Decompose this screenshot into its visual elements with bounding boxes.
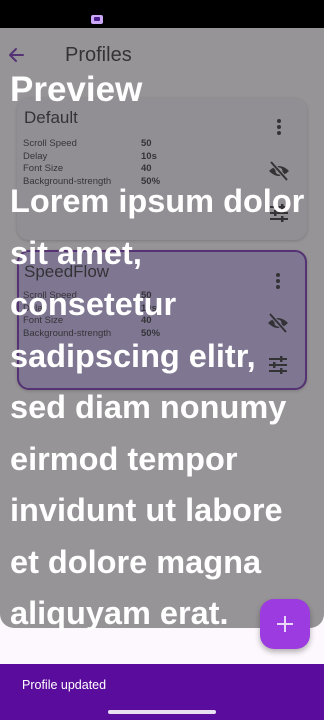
top-app-bar: Profiles <box>0 28 324 84</box>
profile-card-default[interactable]: Default Scroll Speed 50 Delay 10s Font S… <box>17 98 307 240</box>
property-label: Background-strength <box>23 327 112 339</box>
property-value: 50% <box>141 175 161 187</box>
property-label: Font Size <box>23 315 64 326</box>
tune-profile-button[interactable] <box>265 352 291 378</box>
property-value: 50 <box>141 290 152 301</box>
more-vert-icon <box>277 119 281 135</box>
property-value: 50 <box>141 138 152 149</box>
visibility-off-icon <box>268 312 288 334</box>
add-profile-button[interactable] <box>260 599 310 649</box>
property-value: 50% <box>141 327 161 339</box>
toggle-visibility-button[interactable] <box>266 158 292 184</box>
property-value: 40 <box>141 315 152 326</box>
property-label: Delay <box>23 150 48 162</box>
back-button[interactable] <box>4 40 30 70</box>
profile-menu-button[interactable] <box>265 268 291 294</box>
add-icon <box>277 616 293 632</box>
property-value: 40 <box>141 163 152 174</box>
property-label: Scroll Speed <box>23 138 77 149</box>
toggle-visibility-button[interactable] <box>265 310 291 336</box>
property-label: Delay <box>23 302 48 314</box>
property-label: Background-strength <box>23 175 112 187</box>
profile-menu-button[interactable] <box>266 114 292 140</box>
visibility-off-icon <box>269 160 289 182</box>
gesture-navigation-bar[interactable] <box>108 710 216 714</box>
property-label: Scroll Speed <box>23 290 77 301</box>
snackbar-message: Profile updated <box>22 678 107 692</box>
more-vert-icon <box>276 273 280 289</box>
status-bar <box>0 0 324 28</box>
property-value: 10s <box>141 302 157 314</box>
property-value: 10s <box>141 150 157 162</box>
tune-icon <box>270 204 288 222</box>
profile-card-speedflow[interactable]: SpeedFlow Scroll Speed 50 Delay 10s Font… <box>17 250 307 390</box>
page-title: Profiles <box>65 44 132 66</box>
profile-name: SpeedFlow <box>24 262 110 281</box>
profile-name: Default <box>24 108 78 127</box>
arrow-back-icon <box>9 48 24 62</box>
tune-icon <box>269 356 287 374</box>
app-notification-icon <box>91 15 103 24</box>
tune-profile-button[interactable] <box>266 200 292 226</box>
property-label: Font Size <box>23 163 64 174</box>
